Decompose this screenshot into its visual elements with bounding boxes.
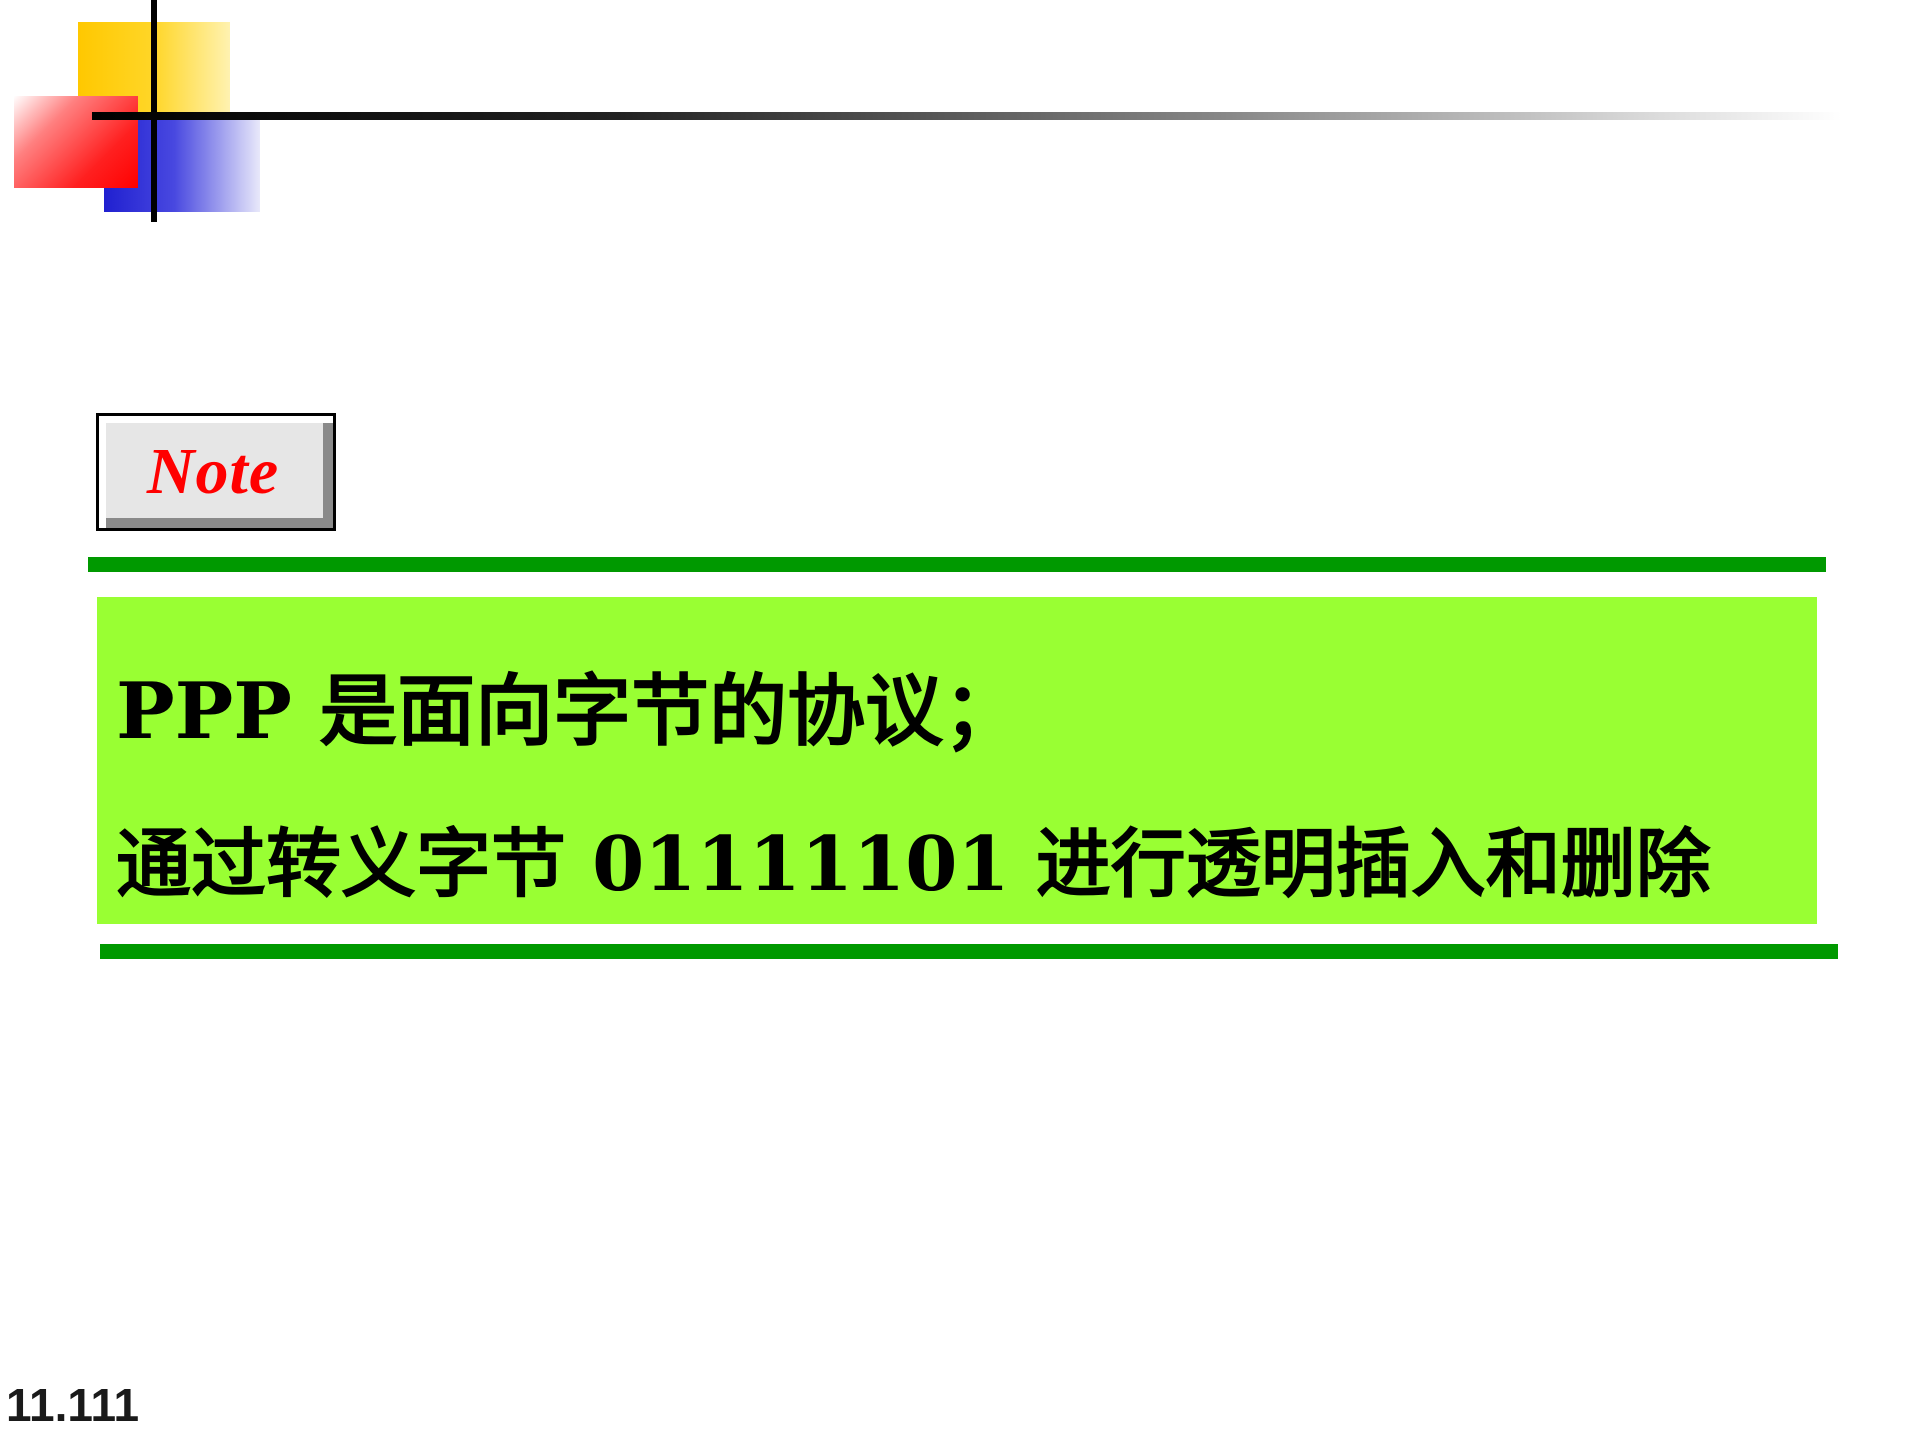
slide-number: 11.111 xyxy=(6,1379,140,1431)
logo-vertical-line xyxy=(151,0,157,222)
note-box: PPP 是面向字节的协议； 通过转义字节 01111101 进行透明插入和删除 xyxy=(97,597,1817,924)
note-badge: Note xyxy=(96,413,336,531)
note-line-1: PPP 是面向字节的协议； xyxy=(116,666,1022,757)
note-line-2: 通过转义字节 01111101 进行透明插入和删除 xyxy=(116,820,1711,908)
header-rule xyxy=(92,112,1842,120)
note-bottom-rule xyxy=(100,944,1838,959)
note-top-rule xyxy=(88,557,1826,572)
logo-red-square xyxy=(14,96,138,188)
note-label: Note xyxy=(146,435,280,508)
